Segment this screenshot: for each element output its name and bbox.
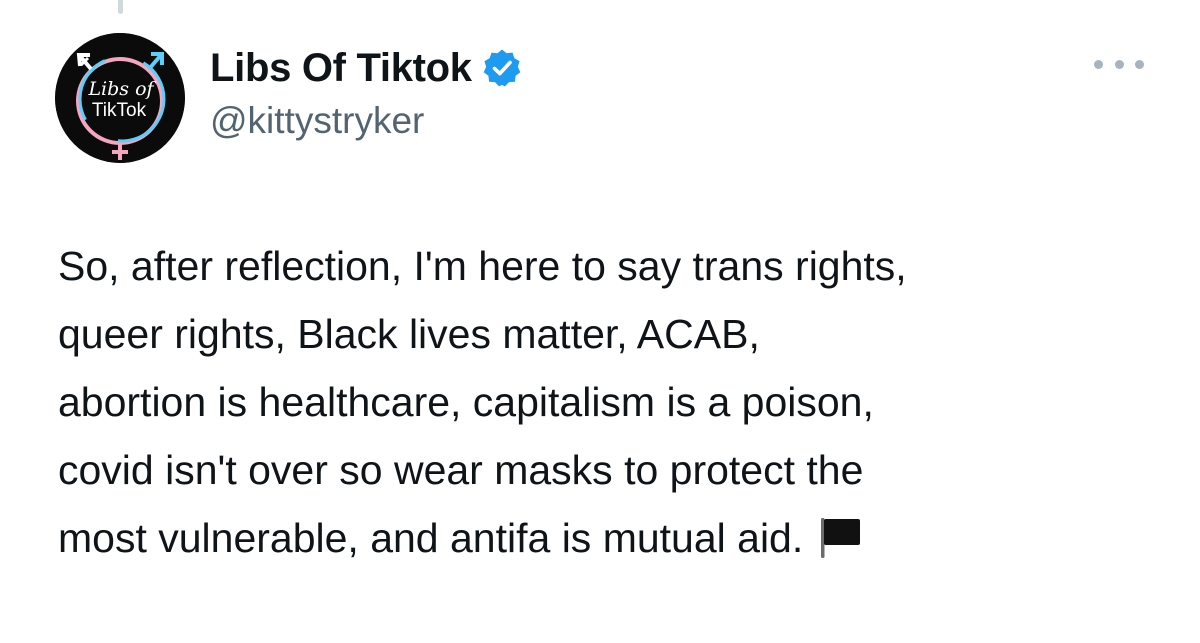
avatar-image: Libs of TikTok — [55, 33, 185, 163]
tweet-text-line: most vulnerable, and antifa is mutual ai… — [58, 515, 804, 561]
black-flag-icon — [817, 510, 863, 558]
avatar[interactable]: Libs of TikTok — [55, 33, 185, 163]
avatar-text-line1: Libs of — [87, 78, 156, 100]
tweet[interactable]: Libs of TikTok Libs Of Tiktok @kittystry… — [0, 0, 1200, 643]
author-display-name[interactable]: Libs Of Tiktok — [210, 46, 472, 91]
more-horizontal-icon-dot — [1135, 59, 1144, 69]
tweet-text-line: queer rights, Black lives matter, ACAB, — [58, 311, 760, 357]
verified-badge-icon — [482, 48, 522, 88]
tweet-text: So, after reflection, I'm here to say tr… — [58, 232, 1168, 572]
author-name-row[interactable]: Libs Of Tiktok — [210, 44, 522, 92]
more-horizontal-icon-dot — [1094, 59, 1103, 69]
tweet-text-line-last: most vulnerable, and antifa is mutual ai… — [58, 504, 1168, 572]
tweet-text-line: abortion is healthcare, capitalism is a … — [58, 379, 874, 425]
more-horizontal-icon-dot — [1114, 59, 1124, 69]
author-handle[interactable]: @kittystryker — [210, 100, 424, 142]
more-options-button[interactable] — [1094, 54, 1144, 74]
tweet-text-line: covid isn't over so wear masks to protec… — [58, 447, 864, 493]
tweet-text-line: So, after reflection, I'm here to say tr… — [58, 243, 907, 289]
avatar-text-line2: TikTok — [92, 100, 147, 121]
